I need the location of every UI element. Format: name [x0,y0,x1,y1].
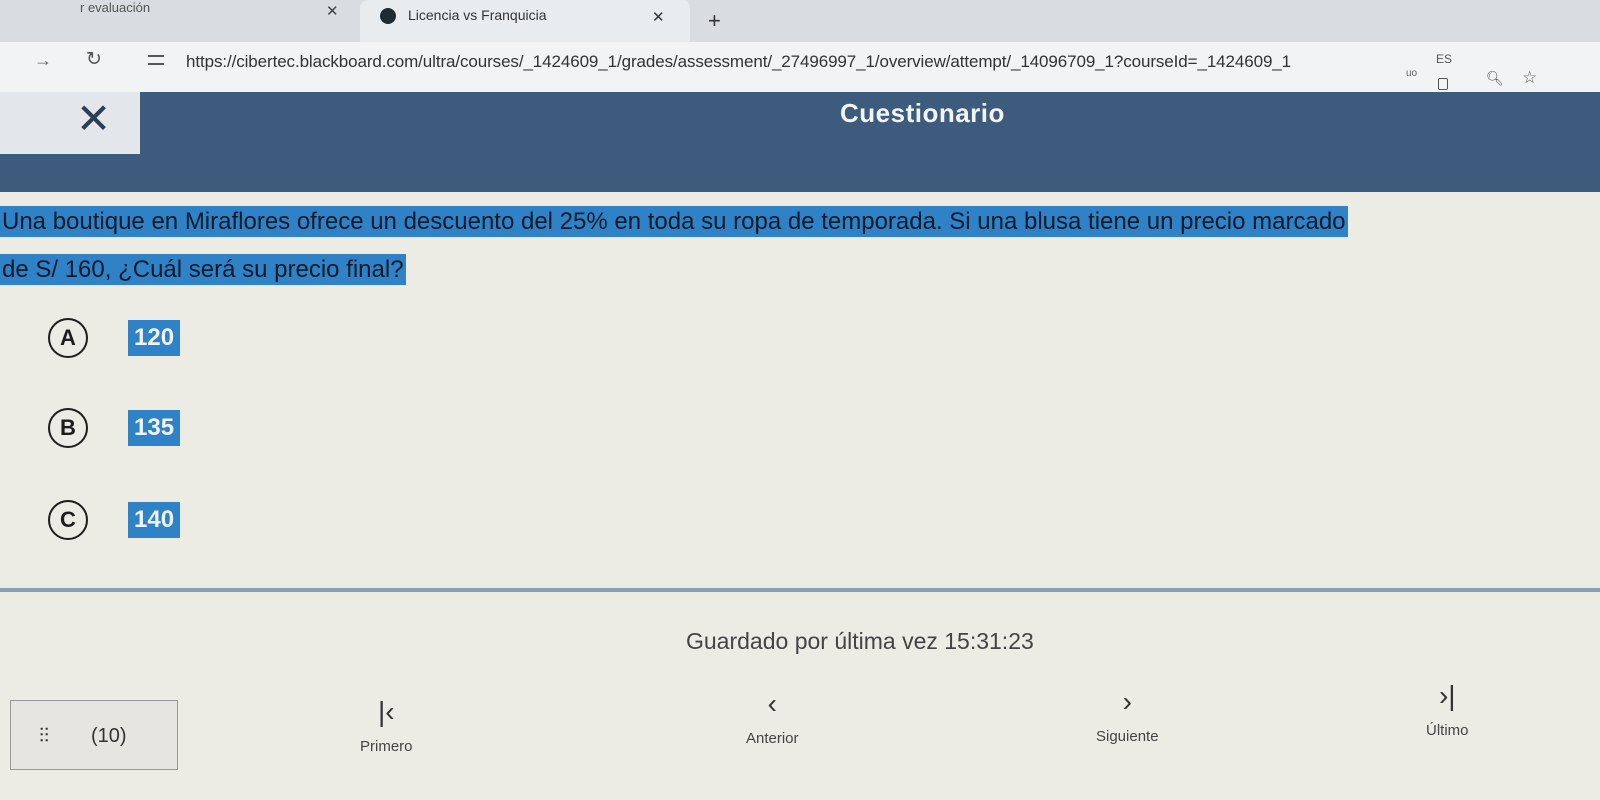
saved-status: Guardado por última vez 15:31:23 [686,628,1034,654]
option-value[interactable]: 135 [128,410,181,446]
new-tab-button[interactable]: + [708,10,721,32]
option-a[interactable]: A 120 [48,318,248,358]
option-c[interactable]: C 140 [48,500,248,540]
tab-close-icon[interactable]: ✕ [652,8,665,26]
option-letter[interactable]: C [48,500,88,540]
close-icon: ✕ [76,95,112,142]
chevron-left-icon: ‹ [767,688,777,719]
divider [0,588,1600,592]
extension-label: uo [1406,68,1418,79]
option-value[interactable]: 120 [128,320,181,356]
next-button[interactable]: › Siguiente [1096,686,1159,745]
question-count: (10) [91,725,127,747]
zoom-icon[interactable]: 🔍︎ [1486,70,1504,87]
option-value[interactable]: 140 [128,502,181,538]
url-field[interactable]: https://cibertec.blackboard.com/ultra/co… [186,52,1291,72]
assessment-header: ✕ Cuestionario [0,92,1600,192]
tab-favicon-icon [380,8,396,24]
star-icon[interactable]: ☆ [1522,68,1537,88]
arrow-right-icon[interactable]: → [34,50,52,71]
last-label: Último [1426,722,1469,739]
question-line-2: de S/ 160, ¿Cuál será su precio final? [0,254,406,285]
question-list-icon: ⫶⫶ [39,725,49,747]
browser-address-bar: → ↻ https://cibertec.blackboard.com/ultr… [0,42,1600,92]
browser-tab-strip: r evaluación ✕ Licencia vs Franquicia ✕ … [0,0,1600,42]
previous-tab-label[interactable]: r evaluación [80,0,150,15]
previous-button[interactable]: ‹ Anterior [746,688,799,747]
close-button[interactable]: ✕ [0,92,140,154]
option-letter[interactable]: B [48,408,88,448]
reload-icon[interactable]: ↻ [86,48,102,71]
question-list-button[interactable]: ⫶⫶ (10) [10,700,178,770]
question-text: Una boutique en Miraflores ofrece un des… [0,198,1600,294]
page-title: Cuestionario [840,98,1005,128]
chevron-right-icon: › [1122,686,1132,717]
skip-first-icon: |‹ [377,696,395,727]
tab-title: Licencia vs Franquicia [408,7,547,23]
previous-tab-close-icon[interactable]: ✕ [326,2,339,20]
translate-icon[interactable] [1438,78,1448,90]
first-label: Primero [360,738,413,755]
tab-licencia-vs-franquicia[interactable]: Licencia vs Franquicia ✕ [360,0,690,42]
next-label: Siguiente [1096,728,1159,745]
question-line-1: Una boutique en Miraflores ofrece un des… [0,206,1348,237]
option-b[interactable]: B 135 [48,408,248,448]
skip-last-icon: ›| [1438,680,1456,711]
previous-label: Anterior [746,730,799,747]
tune-icon[interactable] [146,50,168,72]
first-button[interactable]: |‹ Primero [360,696,413,755]
option-letter[interactable]: A [48,318,88,358]
language-badge[interactable]: ES [1436,52,1452,66]
last-button[interactable]: ›| Último [1426,680,1469,739]
